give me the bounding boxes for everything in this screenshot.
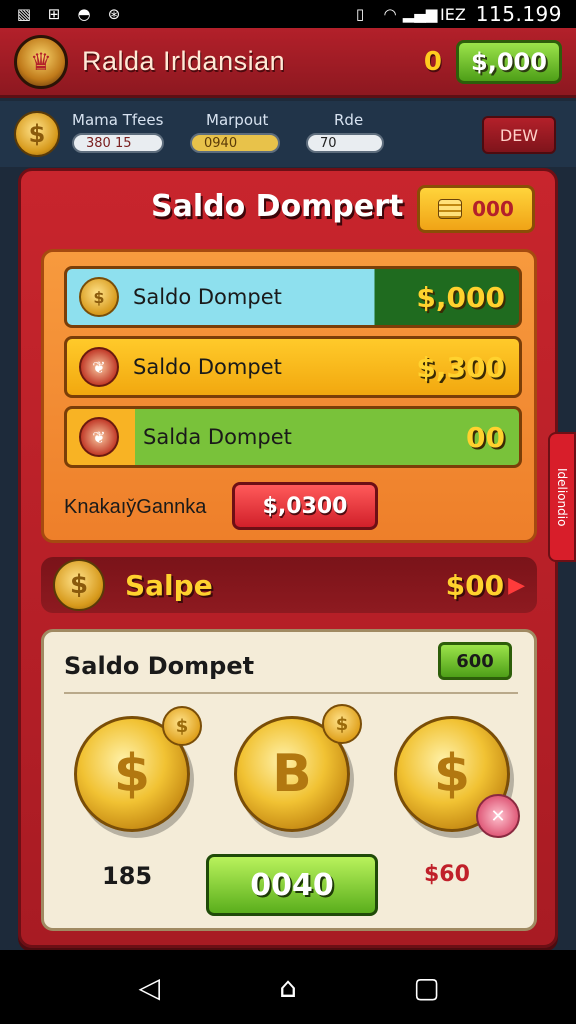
shop-title: Saldo Dompet — [64, 652, 255, 680]
home-icon[interactable]: ⌂ — [268, 971, 308, 1004]
cast-icon: ⊞ — [47, 5, 61, 23]
image-icon: ▧ — [16, 5, 32, 23]
balance-row[interactable]: ❦ Salda Dompet 00 — [64, 406, 522, 468]
buy-button[interactable]: 0040 — [206, 854, 378, 916]
coin-shop: Saldo Dompet 600 $ $ B $ $ ✕ 185 0040 $6… — [41, 629, 537, 931]
stat-value: 380 15 — [72, 133, 164, 153]
app-title: Ralda Irldansian — [82, 46, 286, 76]
stat-value: 0940 — [190, 133, 280, 153]
balance-row-label: Saldo Dompet — [133, 355, 282, 379]
shield-badge-icon: ❦ — [79, 347, 119, 387]
wallet-panel: Saldo Dompert 000 $ Saldo Dompet $,000 ❦… — [18, 168, 558, 948]
stat-label: Mama Tfees — [72, 111, 164, 129]
app-header: ♛ Ralda Irldansian 0 $,000 — [0, 28, 576, 98]
divider — [64, 692, 518, 694]
vibrate-icon: ▯ — [355, 5, 365, 23]
salpe-value: $00 — [445, 568, 505, 602]
balance-row-label: Salda Dompet — [143, 425, 292, 449]
notification-icon: ⊛ — [107, 5, 121, 23]
coin-icon: $ — [53, 559, 105, 611]
balance-row[interactable]: ❦ Saldo Dompet $,300 — [64, 336, 522, 398]
balance-row-label: Saldo Dompet — [133, 285, 282, 309]
coin-icon: $ — [14, 111, 60, 157]
panel-coins-value: 000 — [472, 197, 514, 221]
stat-marpout: Marpout 0940 — [190, 111, 280, 153]
back-icon[interactable]: ◁ — [129, 971, 169, 1004]
status-bar: ▧ ⊞ ◓ ⊛ ▯ ◠ ▂▄▆ IEZ 115.199 — [0, 0, 576, 28]
panel-coins-button[interactable]: 000 — [417, 185, 535, 233]
stat-rde: Rde 70 — [306, 111, 384, 153]
dew-button[interactable]: DEW — [482, 116, 556, 154]
stats-row: $ Mama Tfees 380 15 Marpout 0940 Rde 70 … — [0, 101, 576, 167]
sync-icon: ◓ — [77, 5, 91, 23]
wifi-icon: ◠ — [383, 5, 397, 23]
stat-label: Marpout — [206, 111, 269, 129]
shield-badge-icon: ❦ — [79, 417, 119, 457]
sub-amount-button[interactable]: $,0300 — [232, 482, 378, 530]
header-zero-value: 0 — [423, 46, 442, 77]
header-balance-button[interactable]: $,000 — [456, 39, 562, 84]
mini-coin-icon: $ — [322, 704, 362, 744]
coin-icon: $ — [79, 277, 119, 317]
pink-token-icon: ✕ — [476, 794, 520, 838]
balance-row-value: $,000 — [416, 280, 505, 314]
recents-icon[interactable]: ▢ — [407, 971, 447, 1004]
sub-label: Knakaıy̆Gannka — [64, 496, 207, 518]
stat-mama-tfees: Mama Tfees 380 15 — [72, 111, 164, 153]
coin-stack-icon — [438, 199, 463, 219]
stat-label: Rde — [334, 111, 364, 129]
coin-price: $60 — [424, 862, 470, 887]
balance-row[interactable]: $ Saldo Dompet $,000 — [64, 266, 522, 328]
salpe-bar[interactable]: $ Salpe $00 ▶ — [41, 557, 537, 613]
panel-title: Saldo Dompert — [151, 189, 404, 224]
stat-value: 70 — [306, 133, 384, 153]
balance-list: $ Saldo Dompet $,000 ❦ Saldo Dompet $,30… — [41, 249, 537, 543]
balance-row-value: 00 — [466, 420, 505, 454]
signal-icon: ▂▄▆ — [402, 5, 438, 23]
arrow-right-icon: ▶ — [508, 572, 525, 598]
battery-icon: IEZ — [439, 4, 466, 24]
side-tab[interactable]: Ideliondio — [548, 432, 576, 562]
balance-row-value: $,300 — [416, 350, 505, 384]
shop-badge-button[interactable]: 600 — [438, 642, 512, 680]
salpe-label: Salpe — [125, 568, 213, 602]
mini-coin-icon: $ — [162, 706, 202, 746]
coin-count: 185 — [102, 862, 153, 890]
status-time: 115.199 — [475, 2, 562, 26]
navigation-bar: ◁ ⌂ ▢ — [0, 950, 576, 1024]
guild-emblem-icon[interactable]: ♛ — [14, 34, 68, 89]
